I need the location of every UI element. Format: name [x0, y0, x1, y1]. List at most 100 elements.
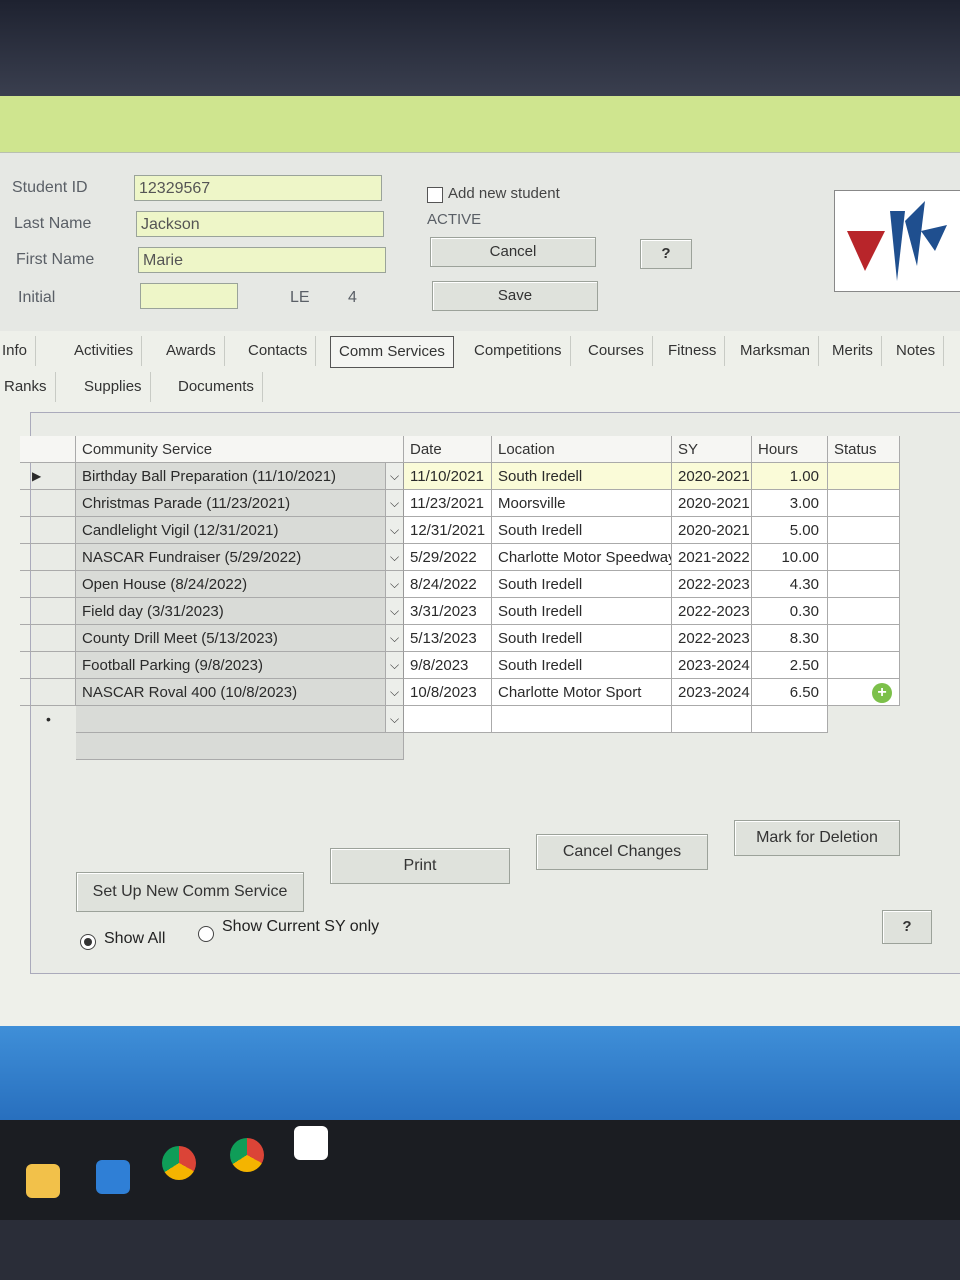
- first-name-field[interactable]: Marie: [138, 247, 386, 273]
- date-cell[interactable]: 10/8/2023: [404, 679, 492, 706]
- mark-for-deletion-button[interactable]: Mark for Deletion: [734, 820, 900, 856]
- row-selector[interactable]: [20, 625, 76, 652]
- chevron-down-icon[interactable]: ⌵: [386, 463, 404, 490]
- chevron-down-icon[interactable]: ⌵: [386, 706, 404, 733]
- tab-courses[interactable]: Courses: [580, 336, 653, 366]
- initial-field[interactable]: [140, 283, 238, 309]
- chevron-down-icon[interactable]: ⌵: [386, 625, 404, 652]
- location-cell[interactable]: South Iredell: [492, 517, 672, 544]
- row-selector[interactable]: [20, 598, 76, 625]
- new-date-cell[interactable]: [404, 706, 492, 733]
- location-cell[interactable]: Charlotte Motor Speedway: [492, 544, 672, 571]
- table-row[interactable]: Open House (8/24/2022) ⌵ 8/24/2022 South…: [20, 571, 920, 598]
- hours-cell[interactable]: 3.00: [752, 490, 828, 517]
- chevron-down-icon[interactable]: ⌵: [386, 490, 404, 517]
- row-selector[interactable]: [20, 544, 76, 571]
- save-button[interactable]: Save: [432, 281, 598, 311]
- mail-icon[interactable]: [96, 1160, 130, 1194]
- cancel-changes-button[interactable]: Cancel Changes: [536, 834, 708, 870]
- service-cell[interactable]: Christmas Parade (11/23/2021): [76, 490, 386, 517]
- service-cell[interactable]: Birthday Ball Preparation (11/10/2021): [76, 463, 386, 490]
- tab-ranks[interactable]: Ranks: [0, 372, 56, 402]
- status-cell[interactable]: [828, 463, 900, 490]
- add-new-student-checkbox[interactable]: [427, 187, 443, 203]
- header-community-service[interactable]: Community Service: [76, 436, 404, 463]
- service-cell[interactable]: County Drill Meet (5/13/2023): [76, 625, 386, 652]
- chevron-down-icon[interactable]: ⌵: [386, 544, 404, 571]
- hours-cell[interactable]: 6.50: [752, 679, 828, 706]
- location-cell[interactable]: South Iredell: [492, 652, 672, 679]
- sy-cell[interactable]: 2022-2023: [672, 625, 752, 652]
- sy-cell[interactable]: 2020-2021: [672, 517, 752, 544]
- new-record-row[interactable]: • ⌵: [20, 706, 920, 733]
- tab-awards[interactable]: Awards: [158, 336, 225, 366]
- tab-info[interactable]: Info: [0, 336, 37, 366]
- sy-cell[interactable]: 2023-2024: [672, 679, 752, 706]
- student-id-field[interactable]: 12329567: [134, 175, 382, 201]
- table-row[interactable]: County Drill Meet (5/13/2023) ⌵ 5/13/202…: [20, 625, 920, 652]
- date-cell[interactable]: 11/23/2021: [404, 490, 492, 517]
- service-cell[interactable]: Football Parking (9/8/2023): [76, 652, 386, 679]
- sy-cell[interactable]: 2023-2024: [672, 652, 752, 679]
- tab-notes[interactable]: Notes: [888, 336, 945, 366]
- table-row[interactable]: Football Parking (9/8/2023) ⌵ 9/8/2023 S…: [20, 652, 920, 679]
- header-hours[interactable]: Hours: [752, 436, 828, 463]
- service-cell[interactable]: Candlelight Vigil (12/31/2021): [76, 517, 386, 544]
- sy-cell[interactable]: 2020-2021: [672, 490, 752, 517]
- location-cell[interactable]: South Iredell: [492, 625, 672, 652]
- show-current-sy-radio[interactable]: [198, 926, 214, 942]
- header-location[interactable]: Location: [492, 436, 672, 463]
- location-cell[interactable]: South Iredell: [492, 571, 672, 598]
- hours-cell[interactable]: 0.30: [752, 598, 828, 625]
- service-cell[interactable]: NASCAR Roval 400 (10/8/2023): [76, 679, 386, 706]
- sy-cell[interactable]: 2022-2023: [672, 598, 752, 625]
- setup-new-comm-service-button[interactable]: Set Up New Comm Service: [76, 872, 304, 912]
- cancel-button[interactable]: Cancel: [430, 237, 596, 267]
- date-cell[interactable]: 5/13/2023: [404, 625, 492, 652]
- tab-comm-services[interactable]: Comm Services: [330, 336, 454, 368]
- location-cell[interactable]: South Iredell: [492, 463, 672, 490]
- chevron-down-icon[interactable]: ⌵: [386, 517, 404, 544]
- chevron-down-icon[interactable]: ⌵: [386, 652, 404, 679]
- tab-competitions[interactable]: Competitions: [466, 336, 571, 366]
- status-cell[interactable]: [828, 544, 900, 571]
- row-selector[interactable]: [20, 517, 76, 544]
- status-cell[interactable]: [828, 652, 900, 679]
- help-button[interactable]: ?: [640, 239, 692, 269]
- tab-fitness[interactable]: Fitness: [660, 336, 726, 366]
- header-sy[interactable]: SY: [672, 436, 752, 463]
- status-cell[interactable]: [828, 490, 900, 517]
- date-cell[interactable]: 12/31/2021: [404, 517, 492, 544]
- date-cell[interactable]: 5/29/2022: [404, 544, 492, 571]
- hours-cell[interactable]: 5.00: [752, 517, 828, 544]
- header-status[interactable]: Status: [828, 436, 900, 463]
- tab-marksman[interactable]: Marksman: [732, 336, 820, 366]
- new-hours-cell[interactable]: [752, 706, 828, 733]
- print-button[interactable]: Print: [330, 848, 510, 884]
- help-button-bottom[interactable]: ?: [882, 910, 932, 944]
- chevron-down-icon[interactable]: ⌵: [386, 571, 404, 598]
- chevron-down-icon[interactable]: ⌵: [386, 679, 404, 706]
- location-cell[interactable]: Charlotte Motor Sport: [492, 679, 672, 706]
- date-cell[interactable]: 8/24/2022: [404, 571, 492, 598]
- show-all-radio[interactable]: [80, 934, 96, 950]
- chrome-icon[interactable]: [162, 1146, 196, 1180]
- location-cell[interactable]: Moorsville: [492, 490, 672, 517]
- sy-cell[interactable]: 2022-2023: [672, 571, 752, 598]
- status-cell[interactable]: [828, 571, 900, 598]
- tab-contacts[interactable]: Contacts: [240, 336, 317, 366]
- status-cell[interactable]: [828, 598, 900, 625]
- table-row[interactable]: ▶ Birthday Ball Preparation (11/10/2021)…: [20, 463, 920, 490]
- row-selector[interactable]: [20, 490, 76, 517]
- date-cell[interactable]: 11/10/2021: [404, 463, 492, 490]
- new-service-cell[interactable]: [76, 706, 386, 733]
- table-row[interactable]: NASCAR Fundraiser (5/29/2022) ⌵ 5/29/202…: [20, 544, 920, 571]
- row-selector[interactable]: [20, 571, 76, 598]
- service-cell[interactable]: Open House (8/24/2022): [76, 571, 386, 598]
- hours-cell[interactable]: 10.00: [752, 544, 828, 571]
- table-row[interactable]: Christmas Parade (11/23/2021) ⌵ 11/23/20…: [20, 490, 920, 517]
- tab-documents[interactable]: Documents: [170, 372, 263, 402]
- header-date[interactable]: Date: [404, 436, 492, 463]
- chevron-down-icon[interactable]: ⌵: [386, 598, 404, 625]
- table-row[interactable]: Candlelight Vigil (12/31/2021) ⌵ 12/31/2…: [20, 517, 920, 544]
